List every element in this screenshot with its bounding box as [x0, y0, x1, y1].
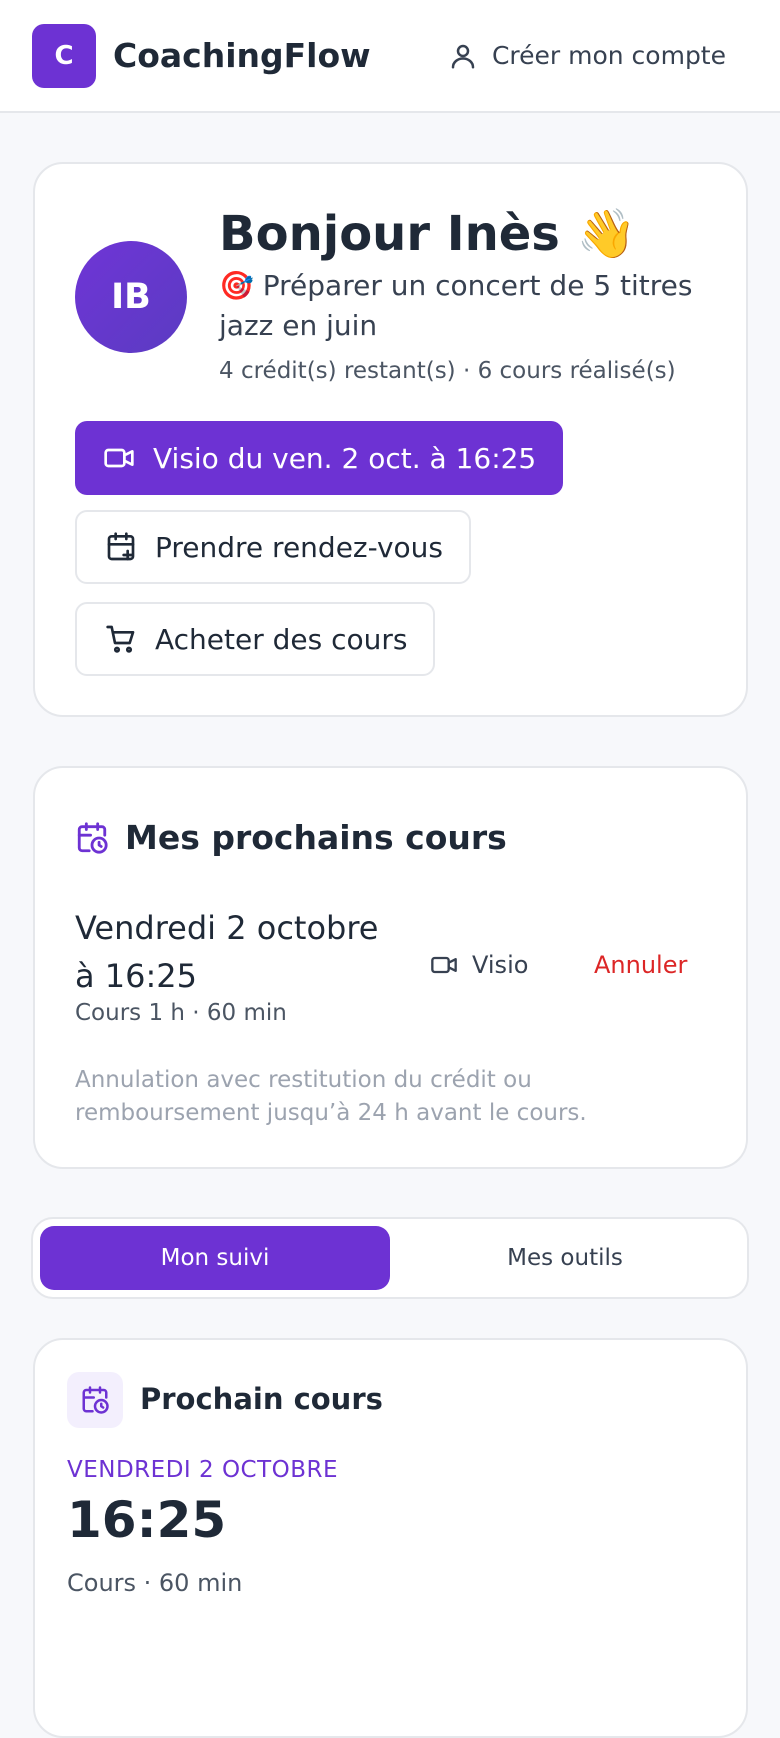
tab-mes-outils[interactable]: Mes outils	[390, 1226, 740, 1290]
goal-text: 🎯 Préparer un concert de 5 titres jazz e…	[219, 268, 693, 342]
upcoming-time: 16:25	[67, 1491, 227, 1549]
upcoming-date: VENDREDI 2 OCTOBRE	[67, 1457, 339, 1483]
cancel-lesson-link[interactable]: Annuler	[594, 951, 687, 979]
lesson-meta: Cours 1 h · 60 min	[75, 1000, 287, 1026]
tab-mon-suivi[interactable]: Mon suivi	[40, 1226, 390, 1290]
lesson-date: Vendredi 2 octobre à 16:25	[75, 904, 405, 1000]
shopping-cart-icon	[106, 625, 135, 653]
upcoming-icon-tile	[67, 1372, 123, 1428]
create-account-label: Créer mon compte	[491, 41, 726, 70]
greeting-title: Bonjour Inès 👋	[219, 206, 637, 262]
avatar: IB	[75, 241, 187, 353]
welcome-text: Bonjour Inès 👋 🎯 Préparer un concert de …	[219, 206, 719, 384]
upcoming-lesson-card: Prochain cours VENDREDI 2 OCTOBRE 16:25 …	[33, 1338, 748, 1738]
welcome-card: IB Bonjour Inès 👋 🎯 Préparer un concert …	[33, 162, 748, 717]
next-lessons-card: Mes prochains cours Vendredi 2 octobre à…	[33, 766, 748, 1169]
upcoming-title: Prochain cours	[140, 1382, 383, 1416]
lesson-date-day: Vendredi 2 octobre	[75, 909, 379, 947]
lesson-mode-visio[interactable]: Visio	[430, 951, 528, 979]
next-lessons-title: Mes prochains cours	[125, 818, 507, 857]
calendar-plus-icon	[107, 532, 135, 561]
calendar-clock-icon	[77, 821, 108, 854]
join-visio-label: Visio du ven. 2 oct. à 16:25	[153, 441, 537, 475]
video-camera-icon	[104, 448, 134, 468]
next-lessons-heading: Mes prochains cours	[75, 818, 507, 857]
user-icon	[451, 44, 475, 68]
lesson-mode-label: Visio	[472, 951, 529, 979]
join-visio-button[interactable]: Visio du ven. 2 oct. à 16:25	[75, 421, 563, 495]
book-appointment-label: Prendre rendez-vous	[155, 530, 444, 564]
create-account-link[interactable]: Créer mon compte	[448, 41, 726, 71]
app-header: C CoachingFlow Créer mon compte	[0, 0, 780, 113]
cancellation-policy: Annulation avec restitution du crédit ou…	[75, 1067, 587, 1126]
video-camera-icon	[431, 956, 457, 974]
buy-lessons-label: Acheter des cours	[155, 622, 408, 656]
tab-switcher: Mon suivi Mes outils	[31, 1217, 749, 1299]
brand[interactable]: C CoachingFlow	[32, 23, 371, 88]
lesson-date-time: à 16:25	[75, 957, 197, 995]
calendar-clock-icon	[82, 1386, 109, 1414]
brand-logo: C	[32, 23, 96, 88]
brand-name: CoachingFlow	[113, 36, 371, 75]
book-appointment-button[interactable]: Prendre rendez-vous	[75, 510, 471, 584]
buy-lessons-button[interactable]: Acheter des cours	[75, 602, 435, 676]
credit-stats: 4 crédit(s) restant(s) · 6 cours réalisé…	[219, 357, 676, 384]
upcoming-meta: Cours · 60 min	[67, 1569, 243, 1597]
